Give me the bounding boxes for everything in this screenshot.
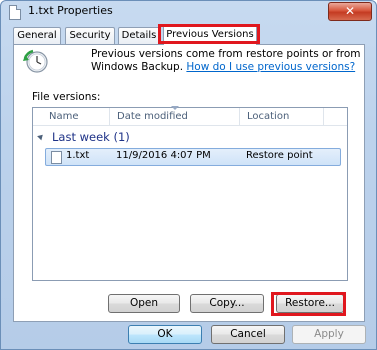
sort-arrow-icon bbox=[171, 106, 179, 110]
title-bar[interactable]: 1.txt Properties ✕ bbox=[1, 1, 376, 23]
collapse-arrow-icon[interactable] bbox=[37, 132, 45, 141]
document-icon bbox=[9, 5, 21, 20]
column-separator[interactable] bbox=[109, 108, 110, 125]
column-separator[interactable] bbox=[239, 108, 240, 125]
list-header: Name Date modified Location bbox=[33, 106, 347, 126]
column-name[interactable]: Name bbox=[49, 111, 79, 122]
open-button[interactable]: Open bbox=[108, 294, 180, 313]
restore-highlight-box bbox=[271, 292, 346, 316]
column-separator[interactable] bbox=[323, 108, 324, 125]
tab-details[interactable]: Details bbox=[118, 27, 160, 44]
properties-window: 1.txt Properties ✕ General Security Deta… bbox=[0, 0, 377, 350]
apply-button[interactable]: Apply bbox=[292, 325, 366, 344]
copy-button[interactable]: Copy... bbox=[190, 294, 264, 313]
row-date: 11/9/2016 4:07 PM bbox=[116, 150, 211, 161]
tab-highlight-box bbox=[158, 24, 260, 44]
close-button[interactable]: ✕ bbox=[328, 2, 372, 21]
ok-button[interactable]: OK bbox=[128, 325, 202, 344]
file-versions-list[interactable]: Name Date modified Location Last week (1… bbox=[32, 106, 348, 281]
tab-security[interactable]: Security bbox=[65, 27, 115, 44]
row-name: 1.txt bbox=[66, 150, 90, 161]
group-label: Last week (1) bbox=[52, 130, 130, 144]
group-last-week[interactable]: Last week (1) bbox=[37, 130, 338, 145]
file-versions-label: File versions: bbox=[32, 91, 101, 103]
tab-general[interactable]: General bbox=[13, 27, 61, 44]
text-file-icon bbox=[51, 151, 62, 164]
column-location[interactable]: Location bbox=[247, 111, 289, 122]
cancel-button[interactable]: Cancel bbox=[211, 325, 285, 344]
info-text: Previous versions come from restore poin… bbox=[91, 48, 361, 74]
table-row[interactable]: 1.txt 11/9/2016 4:07 PM Restore point bbox=[45, 148, 341, 166]
window-title: 1.txt Properties bbox=[28, 4, 113, 17]
restore-clock-icon bbox=[23, 49, 48, 73]
row-location: Restore point bbox=[246, 150, 313, 161]
help-link[interactable]: How do I use previous versions? bbox=[186, 61, 355, 73]
column-date-modified[interactable]: Date modified bbox=[117, 111, 188, 122]
